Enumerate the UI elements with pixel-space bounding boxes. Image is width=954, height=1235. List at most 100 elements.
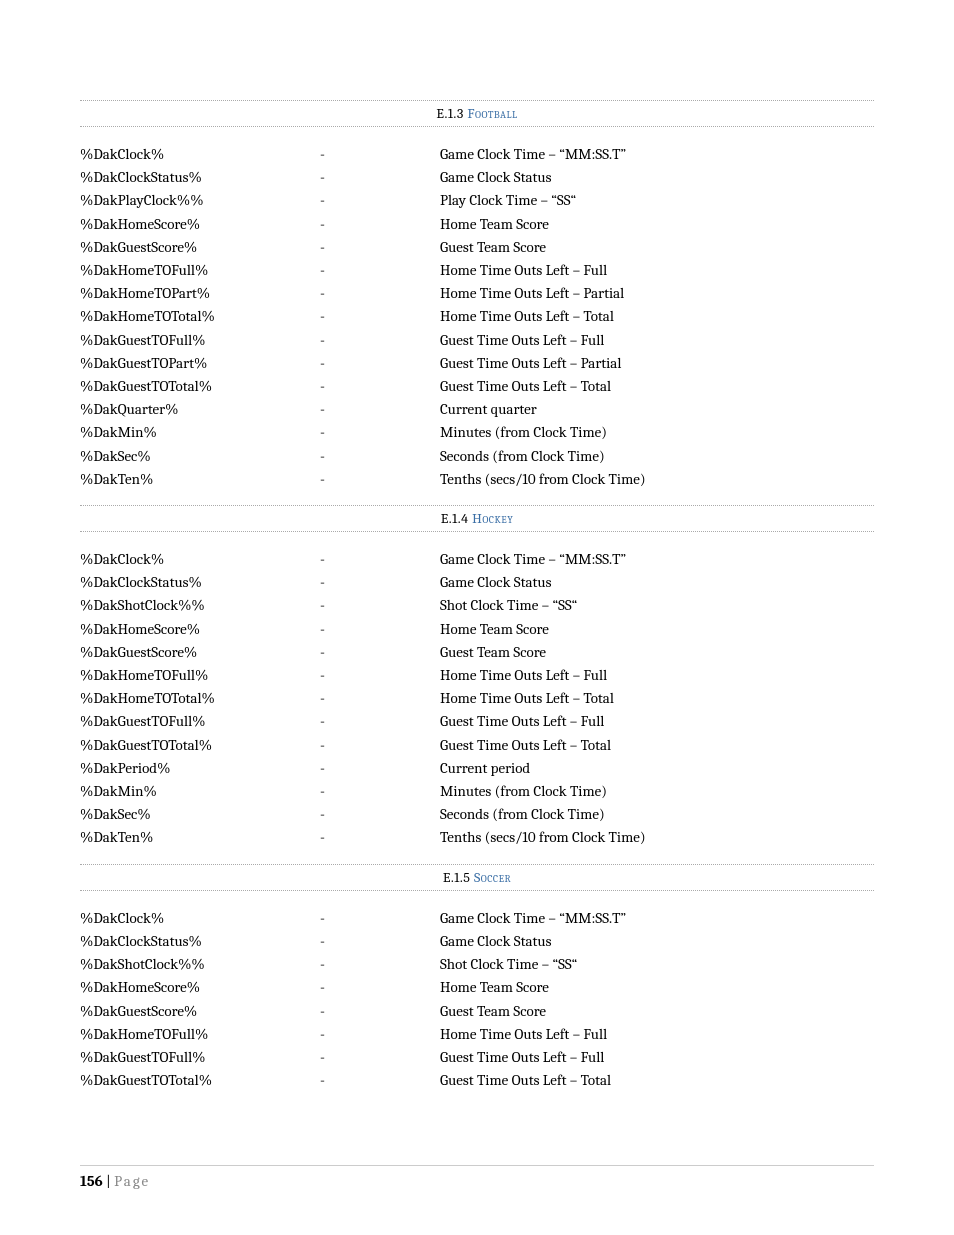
variable-row: %DakHomeScore%-Home Team Score [80, 618, 874, 641]
variable-row: %DakPeriod%-Current period [80, 757, 874, 780]
variable-description: Home Team Score [440, 213, 874, 236]
variable-row: %DakHomeScore%-Home Team Score [80, 976, 874, 999]
variable-description: Guest Team Score [440, 236, 874, 259]
separator-dash: - [320, 930, 440, 953]
variable-description: Tenths (secs/10 from Clock Time) [440, 468, 874, 491]
page-footer: 156 | Page [80, 1165, 874, 1190]
variable-description: Minutes (from Clock Time) [440, 421, 874, 444]
separator-dash: - [320, 571, 440, 594]
variable-name: %DakClock% [80, 907, 320, 930]
variable-row: %DakGuestScore%-Guest Team Score [80, 641, 874, 664]
variable-description: Shot Clock Time – “SS“ [440, 594, 874, 617]
variable-description: Guest Time Outs Left – Full [440, 710, 874, 733]
variable-name: %DakShotClock%% [80, 594, 320, 617]
variable-row: %DakHomeTOTotal%-Home Time Outs Left – T… [80, 305, 874, 328]
separator-dash: - [320, 282, 440, 305]
variable-description: Home Team Score [440, 618, 874, 641]
section-header: E.1.4 Hockey [80, 505, 874, 532]
variable-description: Guest Team Score [440, 641, 874, 664]
variable-description: Game Clock Time – “MM:SS.T” [440, 143, 874, 166]
variable-name: %DakClockStatus% [80, 571, 320, 594]
variable-description: Guest Time Outs Left – Full [440, 329, 874, 352]
variable-name: %DakPeriod% [80, 757, 320, 780]
variable-row: %DakGuestTOFull%-Guest Time Outs Left – … [80, 329, 874, 352]
page-content: E.1.3 Football%DakClock%-Game Clock Time… [80, 100, 874, 1092]
variable-description: Guest Team Score [440, 1000, 874, 1023]
separator-dash: - [320, 976, 440, 999]
variable-name: %DakClock% [80, 143, 320, 166]
variable-row: %DakSec%-Seconds (from Clock Time) [80, 803, 874, 826]
separator-dash: - [320, 375, 440, 398]
separator-dash: - [320, 710, 440, 733]
separator-dash: - [320, 803, 440, 826]
separator-dash: - [320, 594, 440, 617]
section-title: Football [467, 105, 517, 122]
variable-row: %DakShotClock%%-Shot Clock Time – “SS“ [80, 953, 874, 976]
variable-description: Game Clock Status [440, 930, 874, 953]
variable-description: Home Time Outs Left – Full [440, 259, 874, 282]
variable-description: Play Clock Time – “SS“ [440, 189, 874, 212]
variable-name: %DakHomeScore% [80, 618, 320, 641]
variable-name: %DakHomeTOPart% [80, 282, 320, 305]
variable-row: %DakGuestTOTotal%-Guest Time Outs Left –… [80, 734, 874, 757]
variable-row: %DakClockStatus%-Game Clock Status [80, 166, 874, 189]
variable-description: Tenths (secs/10 from Clock Time) [440, 826, 874, 849]
variable-name: %DakGuestTOFull% [80, 329, 320, 352]
variable-row: %DakQuarter%-Current quarter [80, 398, 874, 421]
variable-row: %DakGuestTOTotal%-Guest Time Outs Left –… [80, 375, 874, 398]
separator-dash: - [320, 166, 440, 189]
variable-row: %DakClock%-Game Clock Time – “MM:SS.T” [80, 907, 874, 930]
separator-dash: - [320, 1046, 440, 1069]
variable-name: %DakQuarter% [80, 398, 320, 421]
variable-name: %DakHomeScore% [80, 976, 320, 999]
separator-dash: - [320, 664, 440, 687]
variable-row: %DakClockStatus%-Game Clock Status [80, 571, 874, 594]
footer-sep: | [103, 1172, 114, 1190]
separator-dash: - [320, 1069, 440, 1092]
variable-row: %DakGuestTOTotal%-Guest Time Outs Left –… [80, 1069, 874, 1092]
variable-row: %DakGuestScore%-Guest Team Score [80, 236, 874, 259]
variable-row: %DakHomeTOPart%-Home Time Outs Left – Pa… [80, 282, 874, 305]
variable-row: %DakGuestTOFull%-Guest Time Outs Left – … [80, 710, 874, 733]
variable-description: Game Clock Time – “MM:SS.T” [440, 548, 874, 571]
variable-name: %DakClockStatus% [80, 930, 320, 953]
separator-dash: - [320, 445, 440, 468]
variable-name: %DakPlayClock%% [80, 189, 320, 212]
variable-description: Guest Time Outs Left – Total [440, 1069, 874, 1092]
separator-dash: - [320, 305, 440, 328]
variable-description: Seconds (from Clock Time) [440, 803, 874, 826]
section-title: Hockey [472, 510, 513, 527]
section-number: E.1.3 [436, 105, 467, 122]
variable-description: Home Time Outs Left – Partial [440, 282, 874, 305]
variable-description: Shot Clock Time – “SS“ [440, 953, 874, 976]
variable-description: Home Time Outs Left – Total [440, 305, 874, 328]
variable-name: %DakGuestScore% [80, 236, 320, 259]
section-title: Soccer [474, 869, 511, 886]
variable-name: %DakTen% [80, 826, 320, 849]
variable-description: Current period [440, 757, 874, 780]
variable-name: %DakGuestTOTotal% [80, 1069, 320, 1092]
separator-dash: - [320, 618, 440, 641]
variable-row: %DakHomeTOTotal%-Home Time Outs Left – T… [80, 687, 874, 710]
section-number: E.1.5 [443, 869, 474, 886]
separator-dash: - [320, 548, 440, 571]
variable-name: %DakHomeTOFull% [80, 1023, 320, 1046]
variable-row: %DakTen%-Tenths (secs/10 from Clock Time… [80, 826, 874, 849]
section-block: %DakClock%-Game Clock Time – “MM:SS.T”%D… [80, 143, 874, 491]
variable-name: %DakGuestTOFull% [80, 1046, 320, 1069]
variable-name: %DakHomeTOFull% [80, 259, 320, 282]
separator-dash: - [320, 398, 440, 421]
page-number: 156 [80, 1172, 103, 1190]
variable-description: Guest Time Outs Left – Total [440, 375, 874, 398]
variable-description: Seconds (from Clock Time) [440, 445, 874, 468]
variable-row: %DakGuestScore%-Guest Team Score [80, 1000, 874, 1023]
separator-dash: - [320, 259, 440, 282]
separator-dash: - [320, 421, 440, 444]
variable-name: %DakTen% [80, 468, 320, 491]
separator-dash: - [320, 907, 440, 930]
variable-description: Game Clock Status [440, 571, 874, 594]
separator-dash: - [320, 757, 440, 780]
variable-description: Guest Time Outs Left – Full [440, 1046, 874, 1069]
variable-row: %DakHomeTOFull%-Home Time Outs Left – Fu… [80, 1023, 874, 1046]
separator-dash: - [320, 641, 440, 664]
